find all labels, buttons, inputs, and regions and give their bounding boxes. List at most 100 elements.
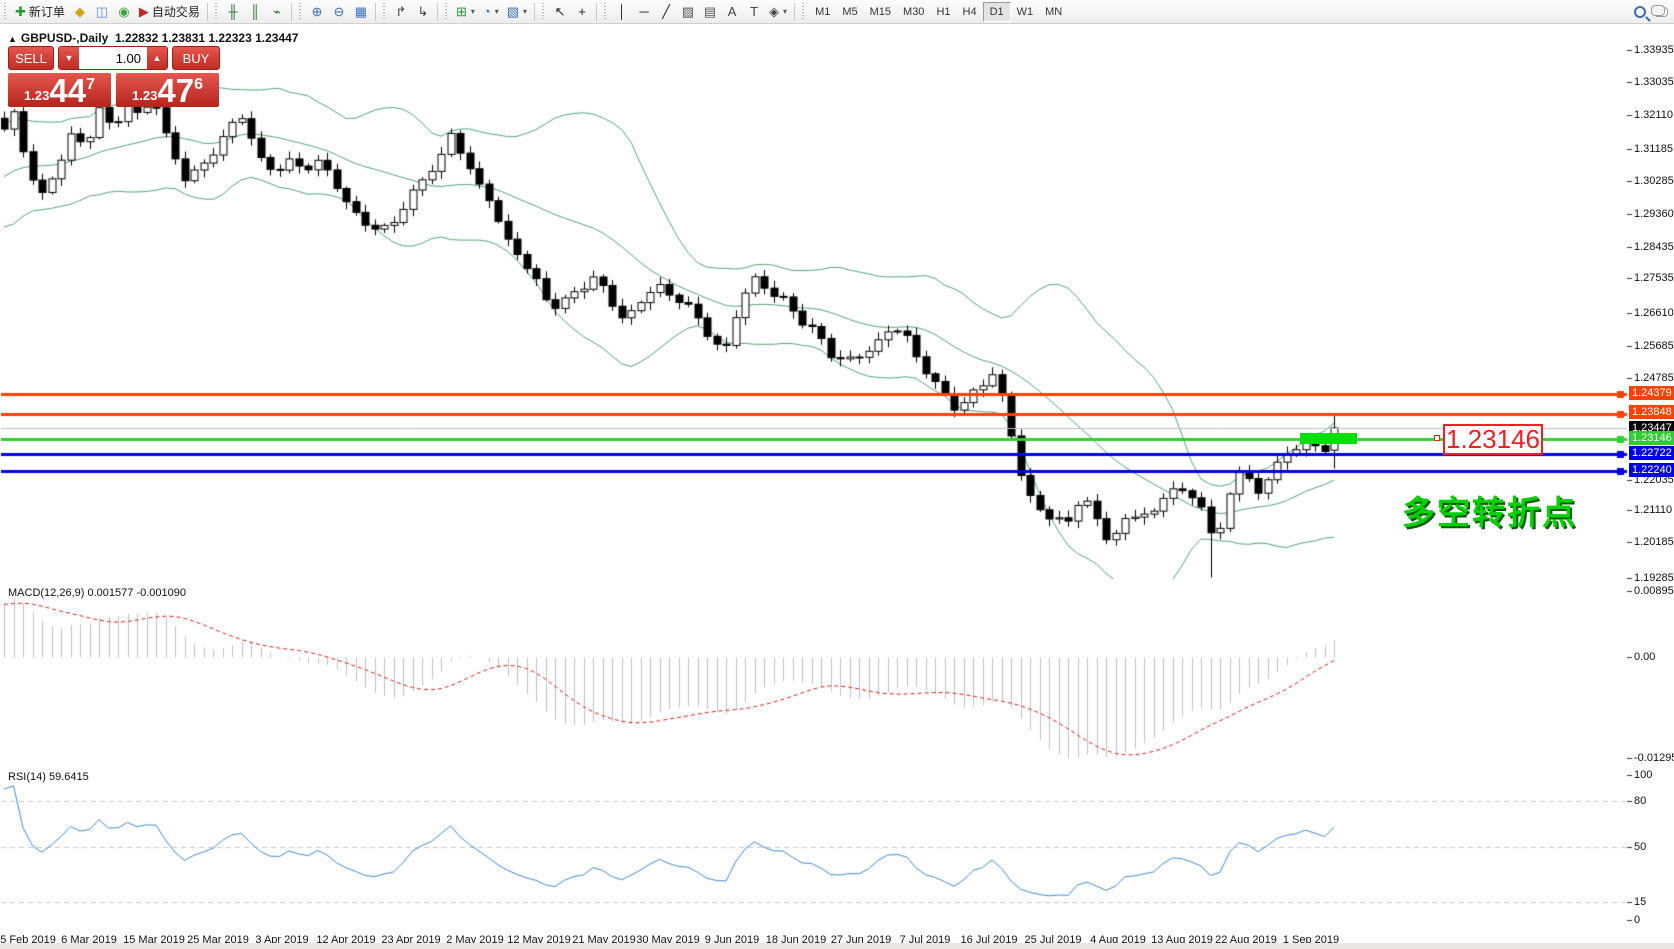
toolbar-grip (297, 3, 304, 21)
ohlc-values: 1.22832 1.23831 1.22323 1.23447 (115, 31, 299, 45)
timeframe-mn[interactable]: MN (1039, 2, 1068, 22)
price-tick-label: 1.24785 (1634, 372, 1674, 384)
macd-value: 0.001577 (87, 587, 133, 599)
channel-tool-button[interactable]: ▨ (677, 2, 699, 22)
sell-button[interactable]: SELL (8, 46, 54, 70)
macd-signal-value: -0.001090 (136, 587, 186, 599)
timeframe-m30[interactable]: M30 (897, 2, 930, 22)
hline-tool-icon: ─ (639, 5, 648, 18)
dropdown-caret-icon: ▾ (495, 7, 499, 16)
buy-button[interactable]: BUY (172, 46, 220, 70)
collapse-arrow-icon[interactable]: ▲ (8, 34, 17, 44)
period-menu-button[interactable]: ◔▾ (479, 2, 503, 22)
zoom-in-button[interactable]: ⊕ (306, 2, 328, 22)
chart-shift-button[interactable]: ↳ (412, 2, 434, 22)
rsi-tick-label: 100 (1634, 769, 1652, 781)
sell-price-big: 44 (49, 76, 86, 106)
price-tag-handle[interactable] (1434, 435, 1440, 441)
new-order-icon: ✚ (15, 5, 26, 18)
bar-chart-mode-icon: ╫ (228, 5, 237, 18)
symbol-period-label: GBPUSD-,Daily (21, 31, 108, 45)
toolbar-separator (794, 3, 795, 21)
price-tag-label[interactable]: 1.23146 (1443, 424, 1543, 455)
chat-icon[interactable] (1654, 7, 1668, 17)
turning-point-annotation[interactable]: 多空转折点 (1402, 486, 1577, 534)
price-tick-label: 1.31185 (1634, 143, 1673, 155)
timeframe-d1[interactable]: D1 (983, 2, 1011, 22)
text-tool-button[interactable]: A (721, 2, 743, 22)
bottom-strip (0, 943, 1674, 949)
price-tick-label: 1.19285 (1634, 572, 1674, 584)
price-badge: 1.23146 (1629, 431, 1674, 445)
crosshair-tool-icon: + (578, 5, 586, 18)
timeframe-m1[interactable]: M1 (809, 2, 836, 22)
trendline-tool-button[interactable]: ╱ (655, 2, 677, 22)
autotrade-button[interactable]: ▶自动交易 (135, 2, 204, 22)
timeframe-h1[interactable]: H1 (930, 2, 956, 22)
volume-increase-button[interactable]: ▲ (147, 47, 167, 69)
template-menu-icon: ▧ (507, 5, 519, 18)
shapes-menu-icon: ◈ (769, 5, 779, 18)
zoom-out-icon: ⊖ (333, 5, 344, 18)
hline-tool-button[interactable]: ─ (633, 2, 655, 22)
price-badge: 1.22722 (1629, 446, 1674, 460)
new-order-button[interactable]: ✚新订单 (11, 2, 69, 22)
line-mode-icon: ⌁ (273, 5, 281, 18)
tile-windows-icon: ▦ (355, 5, 367, 18)
autotrade-label: 自动交易 (152, 3, 200, 20)
add-indicator-icon: ⊞ (456, 5, 467, 18)
auto-scroll-button[interactable]: ↱ (390, 2, 412, 22)
price-tick-label: 1.25685 (1634, 340, 1674, 352)
signal-icon: ◉ (118, 5, 129, 18)
eraser-icon: ◆ (75, 5, 85, 18)
buy-price-button[interactable]: 1.23476 (116, 73, 219, 107)
eraser-button[interactable]: ◆ (69, 2, 91, 22)
search-icon[interactable] (1634, 6, 1646, 18)
chart-canvas[interactable] (0, 0, 1674, 949)
tile-windows-button[interactable]: ▦ (350, 2, 372, 22)
new-order-label: 新订单 (29, 3, 65, 20)
highlight-rectangle[interactable] (1300, 433, 1357, 444)
crosshair-tool-button[interactable]: + (571, 2, 593, 22)
fibo-tool-icon: ▤ (704, 5, 716, 18)
toolbar-separator (534, 3, 535, 21)
vline-tool-button[interactable]: │ (611, 2, 633, 22)
volume-decrease-button[interactable]: ▼ (59, 47, 79, 69)
price-tick-label: 1.26610 (1634, 307, 1674, 319)
trendline-tool-icon: ╱ (662, 5, 670, 18)
cursor-tool-button[interactable]: ↖ (549, 2, 571, 22)
rsi-value: 59.6415 (49, 771, 89, 783)
template-menu-button[interactable]: ▧▾ (503, 2, 531, 22)
label-tool-button[interactable]: T (743, 2, 765, 22)
timeframe-h4[interactable]: H4 (957, 2, 983, 22)
zoom-out-button[interactable]: ⊖ (328, 2, 350, 22)
toolbar-grip (213, 3, 220, 21)
buy-price-big: 47 (157, 76, 194, 106)
market-watch-button[interactable]: ◫ (91, 2, 113, 22)
vline-tool-icon: │ (618, 5, 626, 18)
fibo-tool-button[interactable]: ▤ (699, 2, 721, 22)
macd-label: MACD(12,26,9) 0.001577 -0.001090 (8, 587, 186, 599)
bar-chart-mode-button[interactable]: ╫ (222, 2, 244, 22)
timeframe-m15[interactable]: M15 (864, 2, 897, 22)
price-tick-label: 1.33035 (1634, 76, 1674, 88)
toolbar-grip (602, 3, 609, 21)
signal-button[interactable]: ◉ (113, 2, 135, 22)
timeframe-m5[interactable]: M5 (836, 2, 863, 22)
candle-mode-button[interactable]: ║ (244, 2, 266, 22)
toolbar-grip (800, 3, 807, 21)
dropdown-caret-icon: ▾ (523, 7, 527, 16)
add-indicator-button[interactable]: ⊞▾ (452, 2, 479, 22)
price-badge: 1.23848 (1629, 405, 1674, 419)
buy-price-small: 1.23 (132, 88, 157, 103)
shapes-menu-button[interactable]: ◈▾ (765, 2, 791, 22)
macd-tick-label: -0.012957 (1634, 752, 1674, 764)
macd-tick-label: 0.00 (1634, 651, 1655, 663)
timeframe-w1[interactable]: W1 (1011, 2, 1040, 22)
cursor-tool-icon: ↖ (555, 5, 566, 18)
line-mode-button[interactable]: ⌁ (266, 2, 288, 22)
sell-price-button[interactable]: 1.23447 (8, 73, 111, 107)
rsi-tick-label: 80 (1634, 795, 1646, 807)
channel-tool-icon: ▨ (682, 5, 694, 18)
volume-input[interactable] (79, 47, 147, 69)
